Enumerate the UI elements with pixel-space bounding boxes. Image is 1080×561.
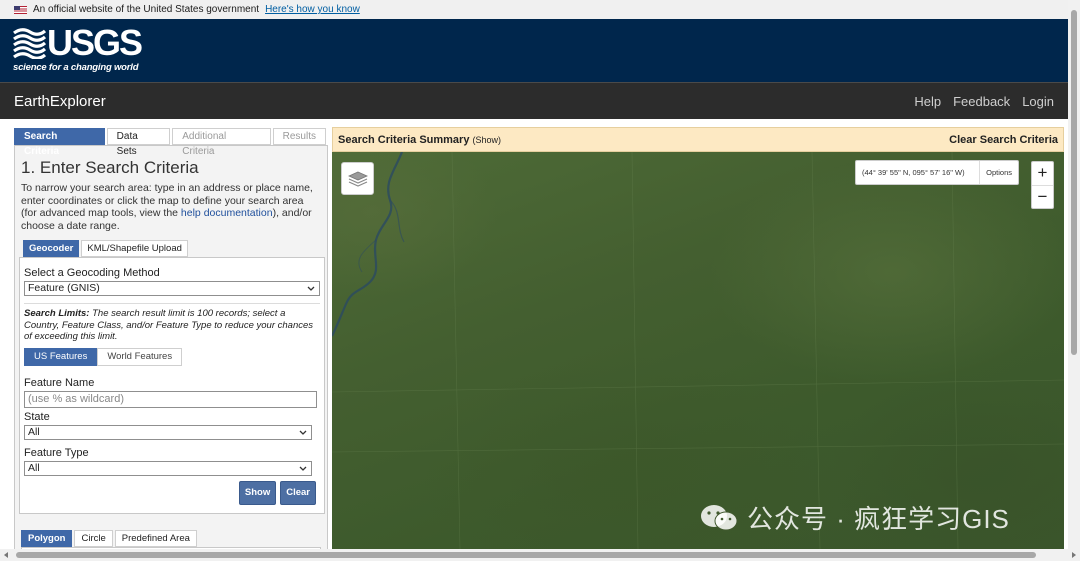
tab-data-sets[interactable]: Data Sets [106,128,171,157]
feature-region-tabs: US Features World Features [24,347,320,366]
vertical-scrollbar[interactable] [1068,0,1080,549]
coordinate-options-button[interactable]: Options [979,161,1018,184]
clear-button[interactable]: Clear [280,480,316,505]
zoom-in-button[interactable]: + [1032,162,1053,185]
vertical-scroll-thumb[interactable] [1071,10,1077,355]
usgs-logo[interactable]: USGS science for a changing world [13,22,143,75]
clear-search-criteria-link[interactable]: Clear Search Criteria [949,134,1058,146]
scroll-right-arrow-icon[interactable] [1072,552,1076,558]
state-select[interactable]: All [24,424,312,440]
search-limits-note: Search Limits: The search result limit i… [24,303,320,343]
gov-banner: An official website of the United States… [0,0,1068,19]
summary-title-text: Search Criteria Summary [338,133,470,146]
tab-polygon[interactable]: Polygon [21,529,73,547]
chevron-down-icon [299,430,307,435]
tab-predefined-area[interactable]: Predefined Area [114,529,197,547]
summary-show-link[interactable]: (Show) [473,135,502,145]
usgs-header: USGS science for a changing world [0,19,1068,82]
wechat-icon [701,504,738,530]
intro-text: To narrow your search area: type in an a… [21,182,321,232]
usgs-waves-icon [13,28,46,59]
zoom-out-button[interactable]: − [1032,185,1053,208]
nav-login-link[interactable]: Login [1022,94,1054,109]
scroll-left-arrow-icon[interactable] [4,552,8,558]
state-label: State [24,410,50,423]
zoom-control: + − [1031,161,1054,209]
layers-button[interactable] [341,162,374,195]
geocoding-method-value: Feature (GNIS) [28,282,100,294]
usgs-tagline: science for a changing world [13,62,139,73]
feature-name-label: Feature Name [24,376,95,389]
chevron-down-icon [299,466,307,471]
map-river-overlay [332,152,1064,549]
nav-links: Help Feedback Login [914,94,1054,109]
horizontal-scroll-thumb[interactable] [16,552,1036,558]
gov-banner-text: An official website of the United States… [33,4,260,15]
app-navbar: EarthExplorer Help Feedback Login [0,82,1068,119]
geocoder-box: Select a Geocoding Method Feature (GNIS)… [19,257,325,514]
us-flag-icon [14,5,27,14]
tab-search-criteria[interactable]: Search Criteria [14,128,105,157]
search-limits-label: Search Limits: [24,308,90,319]
state-value: All [28,425,40,438]
search-criteria-body: 1. Enter Search Criteria To narrow your … [14,145,328,552]
tab-us-features[interactable]: US Features [24,347,98,366]
coordinate-readout: (44° 39' 55" N, 095° 57' 16" W) Options [855,160,1019,185]
watermark: 公众号 · 疯狂学习GIS [699,499,1010,536]
section-heading: 1. Enter Search Criteria [21,158,199,177]
feature-type-select[interactable]: All [24,460,312,476]
geocoder-actions: Show Clear [24,480,320,505]
feature-type-value: All [28,461,40,474]
coordinate-value: (44° 39' 55" N, 095° 57' 16" W) [862,168,965,177]
feature-name-input[interactable]: (use % as wildcard) [24,390,317,408]
chevron-down-icon [307,286,315,291]
tab-results[interactable]: Results [272,128,326,145]
show-button[interactable]: Show [238,480,277,505]
layers-icon [347,171,368,187]
help-documentation-link[interactable]: help documentation [181,207,273,219]
search-panel: Search Criteria Data Sets Additional Cri… [14,128,328,552]
tab-geocoder[interactable]: Geocoder [23,240,80,257]
nav-feedback-link[interactable]: Feedback [953,94,1010,109]
tab-kml-shapefile-upload[interactable]: KML/Shapefile Upload [81,240,188,257]
watermark-text: 公众号 · 疯狂学习GIS [747,504,1010,534]
tab-circle[interactable]: Circle [74,529,113,547]
main-tabs: Search Criteria Data Sets Additional Cri… [14,128,328,157]
geocoding-method-select[interactable]: Feature (GNIS) [24,281,320,296]
app-title[interactable]: EarthExplorer [14,93,106,110]
tab-additional-criteria[interactable]: Additional Criteria [172,128,271,157]
geocoding-method-label: Select a Geocoding Method [24,267,160,279]
map-view[interactable]: (44° 39' 55" N, 095° 57' 16" W) Options … [332,152,1064,549]
how-you-know-link[interactable]: Here's how you know [265,4,360,15]
usgs-wordmark: USGS [47,22,143,63]
feature-type-label: Feature Type [24,446,89,459]
tab-world-features[interactable]: World Features [97,347,183,366]
area-tabs: Polygon Circle Predefined Area [21,529,321,547]
summary-title: Search Criteria Summary (Show) [338,134,501,146]
search-summary-bar: Search Criteria Summary (Show) Clear Sea… [332,127,1064,152]
horizontal-scrollbar[interactable] [0,549,1080,561]
nav-help-link[interactable]: Help [914,94,941,109]
location-tabs: Geocoder KML/Shapefile Upload [23,240,321,257]
